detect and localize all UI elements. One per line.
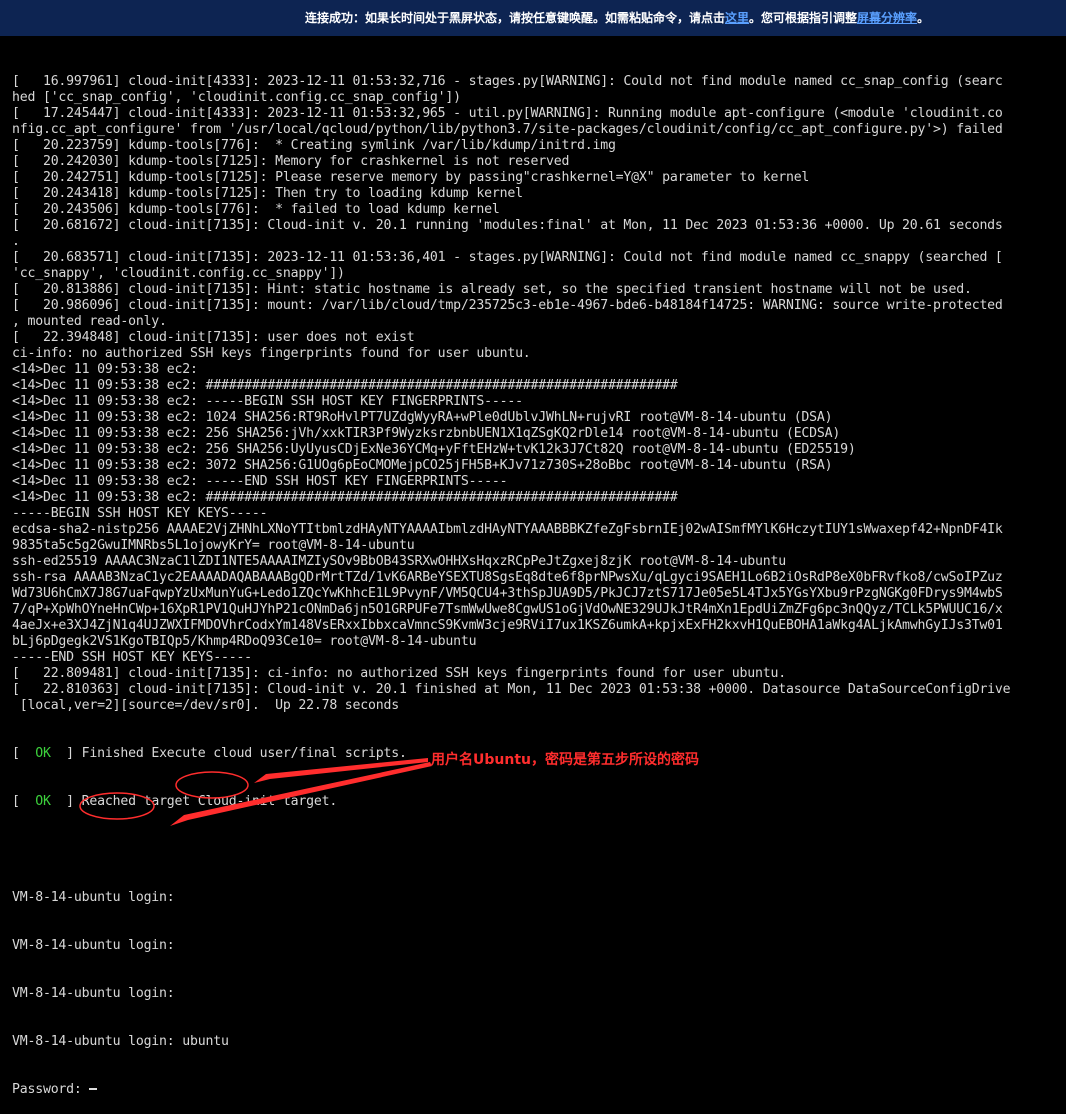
console-line: <14>Dec 11 09:53:38 ec2: ###############… (12, 490, 678, 505)
text-cursor (89, 1088, 98, 1090)
console-line: ci-info: no authorized SSH keys fingerpr… (12, 346, 531, 361)
ok-text: Finished Execute cloud user/final script… (81, 746, 407, 761)
console-line: [ 22.394848] cloud-init[7135]: user does… (12, 330, 415, 345)
screen-resolution-link[interactable]: 屏幕分辨率 (857, 11, 917, 25)
ok-status: OK (35, 794, 51, 809)
console-log: [ 16.997961] cloud-init[4333]: 2023-12-1… (12, 74, 1056, 714)
console-line: <14>Dec 11 09:53:38 ec2: 256 SHA256:UyUy… (12, 442, 856, 457)
banner-prefix: 连接成功：如果长时间处于黑屏状态，请按任意键唤醒。如需粘贴命令，请点击 (305, 11, 726, 25)
console-line: <14>Dec 11 09:53:38 ec2: -----BEGIN SSH … (12, 394, 523, 409)
console-line: ssh-rsa AAAAB3NzaC1yc2EAAAADAQABAAABgQDr… (12, 570, 1003, 585)
password-label: Password: (12, 1082, 82, 1097)
username-input[interactable]: ubuntu (182, 1034, 229, 1049)
banner-middle: 。您可根据指引调整 (749, 11, 858, 25)
console-line: bLj6pDgegk2VS1KgoTBIQp5/Khmp4RDoQ93Ce10=… (12, 634, 477, 649)
console-line: 4aeJx+e3XJ4ZjN1q4UJZWXIFMDOVhrCodxYm148V… (12, 618, 1003, 633)
console-line: [ 20.243418] kdump-tools[7125]: Then try… (12, 186, 523, 201)
login-input-line[interactable]: VM-8-14-ubuntu login: ubuntu (12, 1034, 1056, 1050)
ok-line: [ OK ] Reached target Cloud-init target. (12, 794, 338, 809)
console-line: [ 20.242751] kdump-tools[7125]: Please r… (12, 170, 810, 185)
console-line: ecdsa-sha2-nistp256 AAAAE2VjZHNhLXNoYTIt… (12, 522, 1003, 537)
login-prompt-label: VM-8-14-ubuntu login: (12, 1034, 175, 1049)
console-line: hed ['cc_snap_config', 'cloudinit.config… (12, 90, 461, 105)
console-line: [ 22.810363] cloud-init[7135]: Cloud-ini… (12, 682, 1011, 697)
annotation-note: 用户名Ubuntu，密码是第五步所设的密码 (431, 752, 699, 768)
console-line: 9835ta5c5g2GwuIMNRbs5L1ojowyKrY= root@VM… (12, 538, 415, 553)
console-line: 'cc_snappy', 'cloudinit.config.cc_snappy… (12, 266, 345, 281)
console-line: <14>Dec 11 09:53:38 ec2: 3072 SHA256:G1U… (12, 458, 833, 473)
connection-banner: 连接成功：如果长时间处于黑屏状态，请按任意键唤醒。如需粘贴命令，请点击这里。您可… (0, 0, 1066, 36)
console-line: [local,ver=2][source=/dev/sr0]. Up 22.78… (12, 698, 399, 713)
ok-text: Reached target Cloud-init target. (81, 794, 338, 809)
console-line: <14>Dec 11 09:53:38 ec2: (12, 362, 198, 377)
login-prompt: VM-8-14-ubuntu login: (12, 986, 175, 1001)
console-line: <14>Dec 11 09:53:38 ec2: 256 SHA256:jVh/… (12, 426, 841, 441)
console-line: <14>Dec 11 09:53:38 ec2: 1024 SHA256:RT9… (12, 410, 833, 425)
console-line: [ 20.242030] kdump-tools[7125]: Memory f… (12, 154, 570, 169)
console-line: <14>Dec 11 09:53:38 ec2: ###############… (12, 378, 678, 393)
console-line: 7/qP+XpWhOYneHnCWp+16XpR1PV1QuHJYhP21cON… (12, 602, 1003, 617)
console-terminal[interactable]: [ 16.997961] cloud-init[4333]: 2023-12-1… (12, 42, 1056, 1114)
console-line: -----END SSH HOST KEY KEYS----- (12, 650, 252, 665)
console-line: -----BEGIN SSH HOST KEY KEYS----- (12, 506, 268, 521)
console-line: . (12, 234, 20, 249)
ok-status: OK (35, 746, 51, 761)
console-line: Wd73U6hCmX7J8G7uaFqwpYzUxMunYuG+Ledo1ZQc… (12, 586, 1003, 601)
password-input-line[interactable]: Password: (12, 1082, 1056, 1098)
console-line: [ 20.813886] cloud-init[7135]: Hint: sta… (12, 282, 972, 297)
login-prompt: VM-8-14-ubuntu login: (12, 890, 175, 905)
banner-suffix: 。 (917, 11, 930, 25)
console-line: [ 20.683571] cloud-init[7135]: 2023-12-1… (12, 250, 1003, 265)
console-line: [ 22.809481] cloud-init[7135]: ci-info: … (12, 666, 786, 681)
paste-command-link[interactable]: 这里 (725, 11, 749, 25)
login-prompt: VM-8-14-ubuntu login: (12, 938, 175, 953)
console-line: [ 20.243506] kdump-tools[776]: * failed … (12, 202, 500, 217)
console-line: [ 16.997961] cloud-init[4333]: 2023-12-1… (12, 74, 1003, 89)
console-line: ssh-ed25519 AAAAC3NzaC1lZDI1NTE5AAAAIMZI… (12, 554, 786, 569)
console-line: [ 20.223759] kdump-tools[776]: * Creatin… (12, 138, 616, 153)
console-line: [ 17.245447] cloud-init[4333]: 2023-12-1… (12, 106, 1003, 121)
console-line: , mounted read-only. (12, 314, 167, 329)
console-line: [ 20.681672] cloud-init[7135]: Cloud-ini… (12, 218, 1003, 233)
console-line: nfig.cc_apt_configure' from '/usr/local/… (12, 122, 1003, 137)
console-line: [ 20.986096] cloud-init[7135]: mount: /v… (12, 298, 1003, 313)
console-line: <14>Dec 11 09:53:38 ec2: -----END SSH HO… (12, 474, 508, 489)
